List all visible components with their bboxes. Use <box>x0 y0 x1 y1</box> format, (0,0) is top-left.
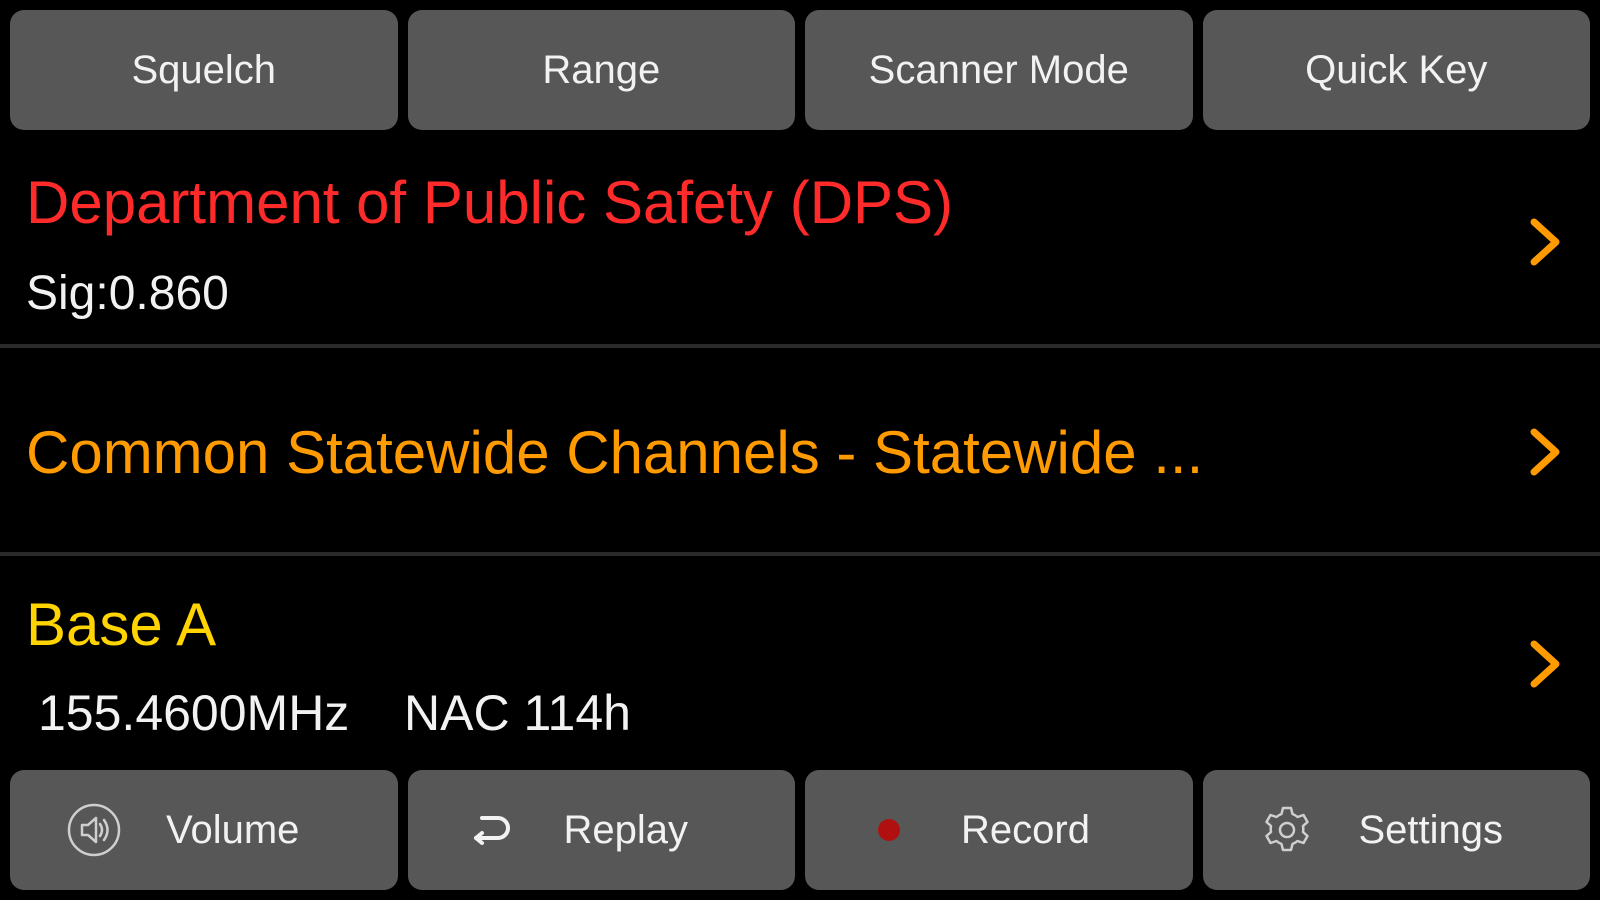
department-row[interactable]: Common Statewide Channels - Statewide ..… <box>0 350 1600 552</box>
range-button-label: Range <box>542 47 661 92</box>
settings-button-label: Settings <box>1358 807 1504 852</box>
squelch-button[interactable]: Squelch <box>10 10 398 130</box>
replay-button-label: Replay <box>563 807 689 852</box>
scanner-mode-button[interactable]: Scanner Mode <box>805 10 1193 130</box>
record-button-label: Record <box>961 807 1090 852</box>
scanner-mode-button-label: Scanner Mode <box>868 47 1129 92</box>
channel-name: Base A <box>26 591 217 658</box>
speaker-icon <box>66 802 122 858</box>
channel-row[interactable]: Base A 155.4600MHz NAC 114h <box>0 556 1600 766</box>
volume-button[interactable]: Volume <box>10 770 398 890</box>
signal-strength: Sig:0.860 <box>26 267 229 320</box>
chevron-right-icon <box>1530 218 1560 266</box>
replay-icon <box>464 802 520 858</box>
volume-button-label: Volume <box>166 807 300 852</box>
quick-key-button-label: Quick Key <box>1305 47 1488 92</box>
department-name: Common Statewide Channels - Statewide ..… <box>26 419 1204 486</box>
top-button-bar: Squelch Range Scanner Mode Quick Key <box>10 10 1590 130</box>
chevron-right-icon <box>1530 428 1560 476</box>
system-name: Department of Public Safety (DPS) <box>26 169 954 236</box>
channel-frequency: 155.4600MHz <box>38 685 350 741</box>
record-button[interactable]: Record <box>805 770 1193 890</box>
channel-nac: NAC 114h <box>404 685 631 741</box>
squelch-button-label: Squelch <box>131 47 277 92</box>
quick-key-button[interactable]: Quick Key <box>1202 10 1590 130</box>
settings-button[interactable]: Settings <box>1202 770 1590 890</box>
range-button[interactable]: Range <box>407 10 795 130</box>
scanner-screen: Squelch Range Scanner Mode Quick Key Dep… <box>0 0 1600 900</box>
system-row[interactable]: Department of Public Safety (DPS) Sig:0.… <box>0 140 1600 346</box>
replay-button[interactable]: Replay <box>407 770 795 890</box>
chevron-right-icon <box>1530 640 1560 688</box>
row-divider <box>0 344 1600 348</box>
record-dot-icon <box>861 802 917 858</box>
bottom-button-bar: Volume Replay Record Settings <box>10 770 1590 890</box>
gear-icon <box>1259 802 1315 858</box>
